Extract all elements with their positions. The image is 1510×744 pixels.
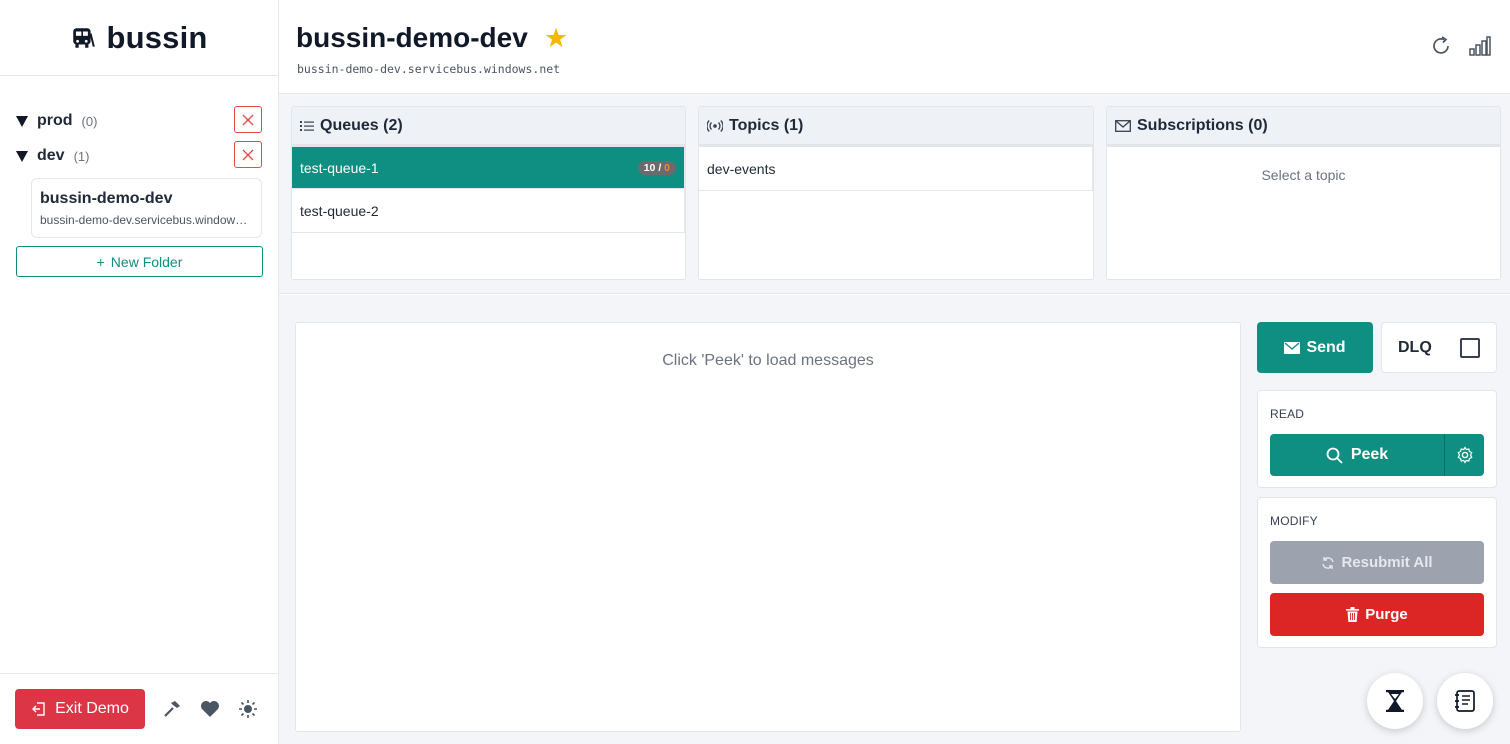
folder-dev[interactable]: dev (1) [16, 141, 262, 169]
active-count: 10 [643, 162, 656, 174]
topics-panel: Topics (1) dev-events [698, 106, 1094, 280]
folder-list: prod (0) dev (1) bussin-demo-dev bussin-… [0, 76, 278, 277]
queues-panel: Queues (2) test-queue-1 10 / 0 test-queu… [291, 106, 686, 280]
exit-icon [32, 702, 45, 716]
count-separator: / [658, 162, 662, 174]
queue-item[interactable]: test-queue-2 [292, 189, 685, 233]
stats-icon[interactable] [1468, 34, 1492, 58]
read-card: READ Peek [1257, 390, 1497, 488]
hammer-icon[interactable] [161, 698, 183, 720]
app-name: bussin [106, 19, 208, 55]
send-label: Send [1306, 338, 1346, 356]
dlq-toggle[interactable]: DLQ [1381, 322, 1497, 373]
queue-item[interactable]: test-queue-1 10 / 0 [292, 147, 685, 189]
message-list: Click 'Peek' to load messages [295, 322, 1241, 732]
namespace-header: bussin-demo-dev ★ bussin-demo-dev.servic… [279, 0, 1510, 94]
sidebar: bussin prod (0) dev (1) bussin-demo-dev … [0, 0, 279, 744]
favorite-star-icon[interactable]: ★ [544, 23, 568, 54]
topics-title: Topics (1) [729, 116, 804, 134]
modify-card: MODIFY Resubmit All Purge [1257, 497, 1497, 648]
purge-button[interactable]: Purge [1270, 593, 1484, 636]
connection-name: bussin-demo-dev [40, 190, 173, 207]
broadcast-icon [707, 119, 723, 132]
page-title: bussin-demo-dev [296, 22, 528, 53]
connection-host: bussin-demo-dev.servicebus.windows.net [40, 213, 253, 227]
peek-button-group: Peek [1270, 434, 1484, 476]
gear-icon [1457, 446, 1472, 464]
queue-name: test-queue-1 [300, 159, 379, 176]
heart-icon[interactable] [199, 698, 221, 720]
folder-count: (0) [81, 113, 98, 129]
queues-title: Queues (2) [320, 116, 403, 134]
folder-prod[interactable]: prod (0) [16, 106, 262, 134]
topic-name: dev-events [707, 160, 776, 177]
subscriptions-title: Subscriptions (0) [1137, 116, 1268, 134]
topics-header: Topics (1) [699, 107, 1093, 147]
refresh-icon[interactable] [1430, 34, 1454, 58]
trash-icon [1346, 607, 1360, 622]
resubmit-all-label: Resubmit All [1341, 554, 1433, 571]
folder-count: (1) [73, 148, 90, 164]
messages-empty: Click 'Peek' to load messages [662, 352, 874, 369]
dlq-count: 0 [664, 162, 670, 174]
peek-settings-button[interactable] [1444, 434, 1484, 476]
namespace-host: bussin-demo-dev.servicebus.windows.net [297, 62, 561, 76]
close-icon [242, 114, 254, 125]
messages-area: Click 'Peek' to load messages Send DLQ R… [279, 295, 1510, 744]
sun-icon[interactable] [237, 698, 259, 720]
entity-panels: Queues (2) test-queue-1 10 / 0 test-queu… [279, 94, 1510, 294]
brand: bussin [0, 0, 278, 76]
sync-icon [1322, 556, 1335, 569]
subscriptions-empty: Select a topic [1261, 167, 1346, 183]
purge-label: Purge [1365, 606, 1408, 623]
new-folder-label: New Folder [110, 253, 183, 270]
plus-icon: + [96, 253, 105, 270]
new-folder-button[interactable]: + New Folder [16, 246, 263, 277]
subscriptions-header: Subscriptions (0) [1107, 107, 1500, 147]
delete-folder-button[interactable] [234, 106, 262, 133]
bus-icon [73, 27, 96, 48]
queue-name: test-queue-2 [300, 202, 379, 219]
read-title: READ [1270, 407, 1305, 421]
log-button[interactable] [1437, 673, 1493, 729]
dlq-label: DLQ [1398, 338, 1432, 356]
folder-name: prod [37, 112, 73, 129]
exit-demo-button[interactable]: Exit Demo [15, 689, 145, 729]
expand-triangle-icon[interactable] [16, 150, 28, 162]
sidebar-footer: Exit Demo [0, 673, 278, 744]
hourglass-icon [1386, 690, 1404, 712]
search-icon [1326, 447, 1343, 464]
list-icon [300, 120, 314, 131]
connection-card[interactable]: bussin-demo-dev bussin-demo-dev.serviceb… [31, 178, 262, 238]
notebook-icon [1455, 690, 1475, 712]
resubmit-all-button[interactable]: Resubmit All [1270, 541, 1484, 584]
peek-label: Peek [1350, 446, 1389, 463]
expand-triangle-icon[interactable] [16, 115, 28, 127]
exit-demo-label: Exit Demo [55, 700, 129, 717]
topic-item[interactable]: dev-events [699, 147, 1093, 191]
delete-folder-button[interactable] [234, 141, 262, 168]
peek-button[interactable]: Peek [1270, 434, 1444, 476]
message-count-badge: 10 / 0 [637, 161, 676, 175]
envelope-icon [1284, 341, 1301, 354]
queues-header: Queues (2) [292, 107, 685, 147]
envelope-icon [1115, 119, 1131, 132]
close-icon [242, 149, 254, 160]
timer-button[interactable] [1367, 673, 1423, 729]
subscriptions-panel: Subscriptions (0) Select a topic [1106, 106, 1501, 280]
dlq-checkbox[interactable] [1460, 338, 1480, 358]
modify-title: MODIFY [1270, 514, 1318, 528]
send-button[interactable]: Send [1257, 322, 1373, 373]
folder-name: dev [37, 147, 65, 164]
